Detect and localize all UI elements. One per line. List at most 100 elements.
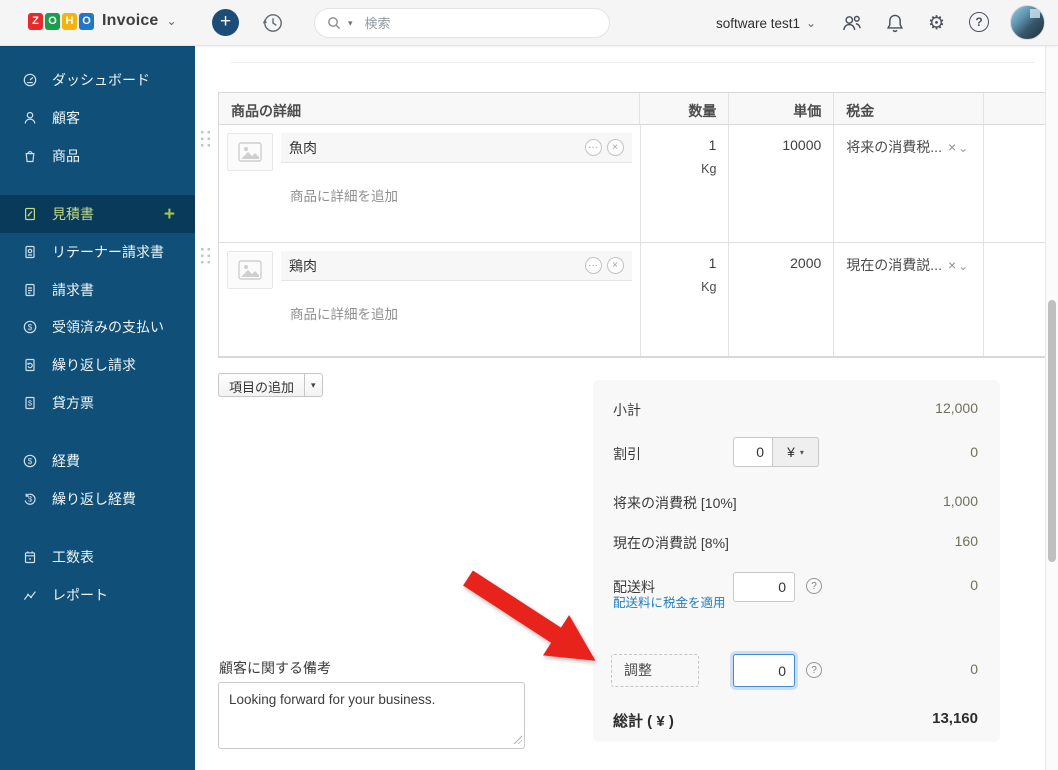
adjustment-input[interactable] xyxy=(733,654,795,687)
sidebar-item-timesheet[interactable]: 工数表 xyxy=(0,538,195,576)
caret-down-icon: ▾ xyxy=(799,447,804,457)
logo-letter: Z xyxy=(28,12,43,30)
sidebar-item-dashboard[interactable]: ダッシュボード xyxy=(0,61,195,99)
users-icon[interactable] xyxy=(841,13,862,33)
sidebar-item-label: 見積書 xyxy=(52,206,94,222)
search-bar[interactable]: ▾ xyxy=(314,8,610,38)
add-item-description-link[interactable]: 商品に詳細を追加 xyxy=(290,185,632,205)
item-name-field[interactable]: 魚肉 ··· × xyxy=(281,133,632,163)
item-image-placeholder[interactable] xyxy=(227,133,273,171)
help-icon[interactable]: ? xyxy=(969,12,989,32)
tax1-label: 将来の消費税 [10%] xyxy=(613,495,737,511)
sidebar-item-label: 受領済みの支払い xyxy=(52,319,164,335)
search-input[interactable] xyxy=(362,14,563,32)
quantity-value[interactable]: 1 xyxy=(641,137,717,153)
rate-value[interactable]: 10000 xyxy=(729,125,835,242)
sidebar-item-label: レポート xyxy=(52,587,108,603)
quantity-unit: Kg xyxy=(701,280,717,294)
remove-row-icon[interactable]: × xyxy=(606,257,624,274)
sidebar-item-label: 貸方票 xyxy=(52,395,94,411)
adjustment-value: 0 xyxy=(970,661,978,677)
discount-label: 割引 xyxy=(613,446,641,462)
shipping-input[interactable] xyxy=(733,572,795,602)
add-line-item-caret-icon[interactable]: ▾ xyxy=(304,374,322,396)
sidebar-item-invoices[interactable]: 請求書 xyxy=(0,271,195,309)
item-name-field[interactable]: 鶏肉 ··· × xyxy=(281,251,632,281)
item-bag-icon xyxy=(25,151,35,163)
sidebar-item-payments-received[interactable]: $ 受領済みの支払い xyxy=(0,308,195,346)
scrollbar-track[interactable] xyxy=(1045,46,1058,770)
discount-value: 0 xyxy=(970,444,978,460)
row-drag-handle[interactable] xyxy=(198,128,211,147)
table-row: 魚肉 ··· × 商品に詳細を追加 1 Kg 10000 将来の消費税... × ⌄ xyxy=(219,125,1058,243)
sidebar-item-items[interactable]: 商品 xyxy=(0,137,195,175)
item-name: 魚肉 xyxy=(289,139,317,156)
sidebar-item-estimates[interactable]: 見積書 + xyxy=(0,195,195,233)
sidebar-item-reports[interactable]: レポート xyxy=(0,576,195,614)
add-item-description-link[interactable]: 商品に詳細を追加 xyxy=(290,303,632,323)
remove-row-icon[interactable]: × xyxy=(606,139,624,156)
tax-dropdown-chevron-icon[interactable]: ⌄ xyxy=(958,141,968,155)
dashboard-icon xyxy=(23,73,37,87)
tax-selection[interactable]: 将来の消費税... xyxy=(846,139,942,155)
tax-dropdown-chevron-icon[interactable]: ⌄ xyxy=(958,259,968,273)
quick-create-button[interactable]: + xyxy=(212,9,239,36)
more-options-icon[interactable]: ··· xyxy=(584,139,602,156)
org-name: software test1 xyxy=(716,15,801,31)
user-avatar[interactable] xyxy=(1010,5,1045,40)
search-filter-caret-icon[interactable]: ▾ xyxy=(348,18,353,29)
notifications-bell-icon[interactable] xyxy=(885,13,905,34)
customer-notes-textarea[interactable]: Looking forward for your business. xyxy=(218,682,525,749)
recent-history-icon[interactable] xyxy=(261,11,285,35)
sidebar-item-label: ダッシュボード xyxy=(52,72,150,88)
image-icon xyxy=(238,260,262,280)
sidebar-item-label: 経費 xyxy=(52,453,80,469)
remove-tax-icon[interactable]: × xyxy=(948,139,956,155)
more-options-icon[interactable]: ··· xyxy=(584,257,602,274)
annotation-arrow xyxy=(463,570,596,661)
sidebar-item-recurring-expenses[interactable]: $ 繰り返し経費 xyxy=(0,480,195,518)
rate-value[interactable]: 2000 xyxy=(729,243,835,356)
discount-unit-dropdown[interactable]: ¥ ▾ xyxy=(773,437,819,467)
image-icon xyxy=(238,142,262,162)
svg-text:$: $ xyxy=(28,323,33,332)
logo-letter: H xyxy=(62,12,77,30)
svg-text:$: $ xyxy=(28,495,33,504)
add-estimate-plus-icon[interactable]: + xyxy=(164,205,175,224)
expense-icon: $ xyxy=(23,454,37,468)
sidebar-item-label: 顧客 xyxy=(52,110,80,126)
add-line-item-button[interactable]: 項目の追加 ▾ xyxy=(218,373,323,397)
item-image-placeholder[interactable] xyxy=(227,251,273,289)
row-drag-handle[interactable] xyxy=(198,245,211,264)
sidebar-item-label: 工数表 xyxy=(52,549,94,565)
org-switcher[interactable]: software test1 ⌄ xyxy=(716,0,816,46)
adjustment-help-icon[interactable]: ? xyxy=(806,662,822,678)
quantity-value[interactable]: 1 xyxy=(641,255,717,271)
tax2-value: 160 xyxy=(954,533,978,549)
line-items-table: 商品の詳細 数量 単価 税金 魚肉 ··· × 商品に詳細を追加 1 Kg 10… xyxy=(218,92,1058,358)
sidebar-item-recurring-invoices[interactable]: 繰り返し請求 xyxy=(0,346,195,384)
quantity-unit: Kg xyxy=(701,162,717,176)
sidebar-item-credit-notes[interactable]: $ 貸方票 xyxy=(0,384,195,422)
apply-tax-to-shipping-link[interactable]: 配送料に税金を適用 xyxy=(613,595,727,613)
sidebar-item-label: 繰り返し請求 xyxy=(52,357,136,373)
discount-input[interactable] xyxy=(733,437,773,467)
tax-selection[interactable]: 現在の消費説... xyxy=(846,257,942,273)
table-header-row: 商品の詳細 数量 単価 税金 xyxy=(219,93,1058,125)
sidebar-item-customers[interactable]: 顧客 xyxy=(0,99,195,137)
shipping-help-icon[interactable]: ? xyxy=(806,578,822,594)
chevron-down-icon[interactable]: ⌄ xyxy=(167,14,177,28)
content-divider xyxy=(231,62,1035,63)
header-quantity: 数量 xyxy=(640,93,730,124)
remove-tax-icon[interactable]: × xyxy=(948,257,956,273)
sidebar-nav: ダッシュボード 顧客 商品 見積書 + リテーナー請求書 請求書 $ 受領済みの… xyxy=(0,46,195,770)
scrollbar-thumb[interactable] xyxy=(1048,300,1056,562)
adjustment-label-editable[interactable]: 調整 xyxy=(611,654,699,687)
zoho-invoice-logo[interactable]: Z O H O Invoice ⌄ xyxy=(28,12,177,30)
sidebar-item-label: 繰り返し経費 xyxy=(52,491,136,507)
add-line-item-label: 項目の追加 xyxy=(229,380,295,395)
settings-gear-icon[interactable]: ⚙ xyxy=(928,10,945,36)
sidebar-item-expenses[interactable]: $ 経費 xyxy=(0,442,195,480)
customer-notes-label: 顧客に関する備考 xyxy=(219,660,331,676)
sidebar-item-retainer-invoices[interactable]: リテーナー請求書 xyxy=(0,233,195,271)
